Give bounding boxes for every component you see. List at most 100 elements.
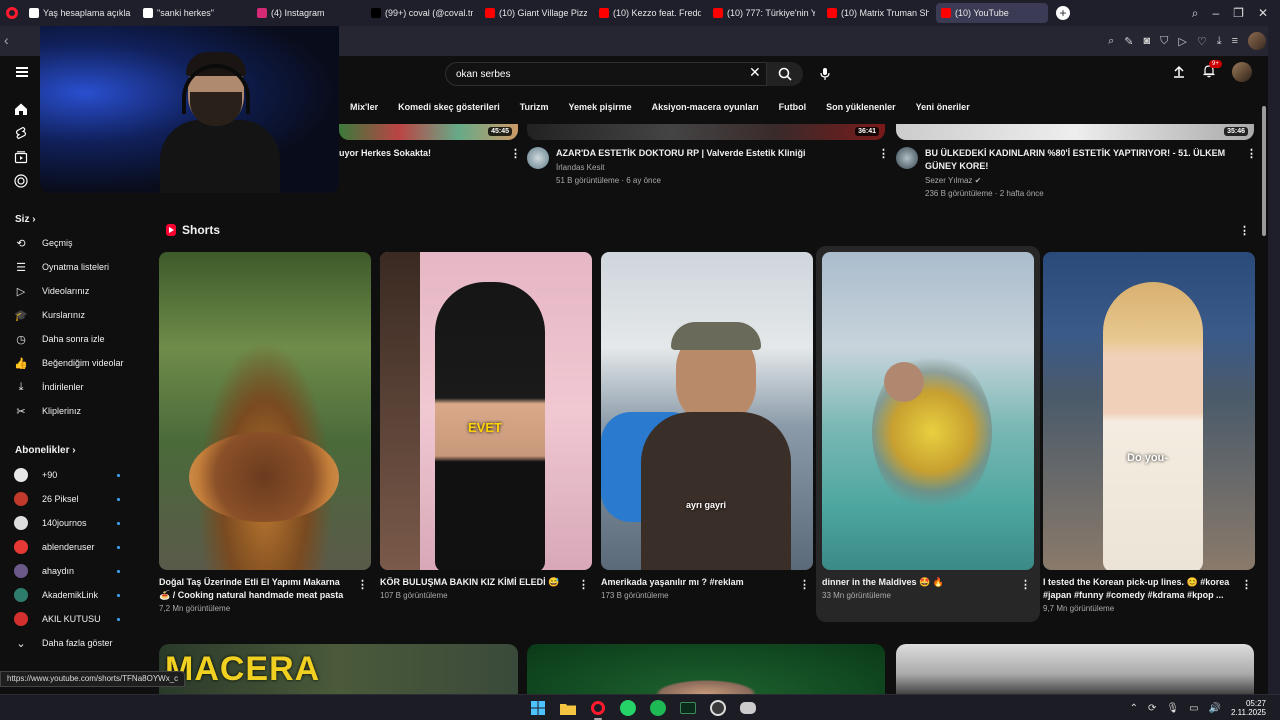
browser-tab[interactable]: (10) Matrix Truman Show [822,3,934,23]
subscription-item[interactable]: ablenderuser [14,540,95,554]
video-thumbnail[interactable]: 45:45 [339,124,518,140]
edit-icon[interactable]: ✎ [1124,35,1133,48]
voice-search-button[interactable] [813,62,837,86]
category-chip[interactable]: Futbol [779,102,807,112]
subscription-item[interactable]: +90 [14,468,57,482]
menu-icon[interactable] [16,67,28,77]
discord-icon[interactable] [738,698,758,718]
shorts-icon[interactable] [14,126,28,140]
browser-tab[interactable]: (99+) coval (@coval.tr) | Ti [366,3,478,23]
opera-browser-icon[interactable] [588,698,608,720]
short-thumbnail[interactable]: Do you- [1043,252,1255,570]
spotify-icon[interactable] [648,698,668,718]
short-title[interactable]: dinner in the Maldives 🤩 🔥 [822,576,1012,589]
file-explorer-icon[interactable] [558,698,578,718]
search-icon[interactable]: ⌕ [1108,35,1114,48]
channel-avatar[interactable] [896,147,918,169]
short-title[interactable]: KÖR BULUŞMA BAKIN KIZ KİMİ ELEDİ 😅 [380,576,570,589]
sidebar-item-your-videos[interactable]: ▷ Videolarınız [14,284,90,298]
close-window-button[interactable]: ✕ [1258,6,1268,20]
shield-icon[interactable]: ⛉ [1160,35,1168,48]
category-chip[interactable]: Turizm [520,102,549,112]
channel-avatar[interactable] [527,147,549,169]
notifications-button[interactable]: 9+ [1202,59,1222,81]
volume-icon[interactable]: 🔊 [1209,703,1221,714]
subscription-item[interactable]: 26 Piksel [14,492,79,506]
chevron-up-icon[interactable]: ⌃ [1130,703,1138,714]
short-card[interactable]: Do you- I tested the Korean pick-up line… [1043,252,1255,613]
upload-icon[interactable] [1172,65,1186,79]
short-thumbnail[interactable] [159,252,371,570]
category-chip[interactable]: Son yüklenenler [826,102,896,112]
browser-tab[interactable]: Yaş hesaplama açıklaması [24,3,136,23]
channel-name[interactable]: Sezer Yılmaz ✔ [925,174,981,187]
display-icon[interactable]: ▭ [1189,703,1198,714]
show-more-button[interactable]: ⌄ Daha fazla göster [14,636,112,650]
subscriptions-heading[interactable]: Abonelikler › [15,445,76,456]
page-scrollbar[interactable] [1262,106,1266,236]
menu-icon[interactable]: ≡ [1232,35,1238,47]
more-options-icon[interactable]: ⋮ [510,147,521,160]
subscription-item[interactable]: ahaydın [14,564,74,578]
terminal-icon[interactable] [678,698,698,718]
more-options-icon[interactable]: ⋮ [878,147,889,160]
video-title[interactable]: BU ÜLKEDEKİ KADINLARIN %80'İ ESTETİK YAP… [925,147,1243,173]
more-options-icon[interactable]: ⋮ [1020,578,1031,591]
back-icon[interactable]: ‹ [4,32,9,48]
account-avatar[interactable] [1232,62,1252,82]
sidebar-item-history[interactable]: ⟲ Geçmiş [14,236,72,250]
more-options-icon[interactable]: ⋮ [1241,578,1252,591]
category-chip[interactable]: Mix'ler [350,102,378,112]
more-options-icon[interactable]: ⋮ [578,578,589,591]
category-chip[interactable]: Yeni öneriler [916,102,970,112]
video-thumbnail[interactable]: 35:46 [896,124,1254,140]
obs-icon[interactable] [708,698,728,718]
short-title[interactable]: Amerikada yaşanılır mı ? #reklam [601,576,791,589]
target-icon[interactable] [14,174,28,188]
shorts-more-options-icon[interactable]: ⋮ [1239,224,1250,237]
heart-icon[interactable]: ♡ [1197,35,1207,48]
home-icon[interactable] [14,102,28,116]
sidebar-item-liked[interactable]: 👍 Beğendiğim videolar [14,356,123,370]
maximize-button[interactable]: ❐ [1233,6,1244,20]
short-title[interactable]: Doğal Taş Üzerinde Etli El Yapımı Makarn… [159,576,349,602]
play-icon[interactable]: ▷ [1178,35,1186,48]
sidebar-item-watch-later[interactable]: ◷ Daha sonra izle [14,332,104,346]
search-input[interactable]: okan serbes [445,62,767,86]
whatsapp-icon[interactable] [618,698,638,718]
video-thumbnail[interactable]: 36:41 [527,124,885,140]
you-heading[interactable]: Siz › [15,214,36,225]
category-chip[interactable]: Aksiyon-macera oyunları [652,102,759,112]
browser-tab[interactable]: (10) Giant Village Pizza So [480,3,592,23]
video-title[interactable]: AZAR'DA ESTETİK DOKTORU RP | Valverde Es… [556,147,874,160]
browser-tab[interactable]: (10) YouTube [936,3,1048,23]
opera-logo-icon[interactable] [0,0,24,26]
sidebar-item-clips[interactable]: ✂ Kliplerinız [14,404,81,418]
short-title[interactable]: I tested the Korean pick-up lines. 😊 #ko… [1043,576,1233,602]
download-icon[interactable]: ⤓ [1217,35,1222,48]
camera-icon[interactable]: ◙ [1143,35,1150,47]
subscription-item[interactable]: 140journos [14,516,87,530]
update-icon[interactable]: ⟳ [1148,703,1156,714]
sidebar-item-downloads[interactable]: ⤓ İndirilenler [14,380,84,394]
subscription-item[interactable]: AKIL KUTUSU [14,612,101,626]
browser-tab[interactable]: "sanki herkes" [138,3,250,23]
search-tabs-icon[interactable]: ⌕ [1192,6,1199,21]
video-thumbnail[interactable] [527,644,885,694]
more-options-icon[interactable]: ⋮ [799,578,810,591]
category-chip[interactable]: Yemek pişirme [569,102,632,112]
short-card[interactable]: ayrı gayri Amerikada yaşanılır mı ? #rek… [601,252,813,600]
short-thumbnail[interactable]: ayrı gayri [601,252,813,570]
video-thumbnail[interactable]: MACERA [159,644,518,694]
browser-tab[interactable]: (4) Instagram [252,3,364,23]
microphone-icon[interactable]: 🎙 [1166,703,1179,714]
short-card[interactable]: Doğal Taş Üzerinde Etli El Yapımı Makarn… [159,252,371,613]
short-card[interactable]: dinner in the Maldives 🤩 🔥 33 Mn görüntü… [822,252,1034,600]
short-thumbnail[interactable]: EVET [380,252,592,570]
subscription-item[interactable]: AkademikLink [14,588,98,602]
channel-name[interactable]: İrlandas Kesit [556,161,604,174]
clock[interactable]: 05:27 2.11.2025 [1231,699,1266,717]
short-thumbnail[interactable] [822,252,1034,570]
profile-avatar[interactable] [1248,32,1266,50]
category-chip[interactable]: Komedi skeç gösterileri [398,102,500,112]
